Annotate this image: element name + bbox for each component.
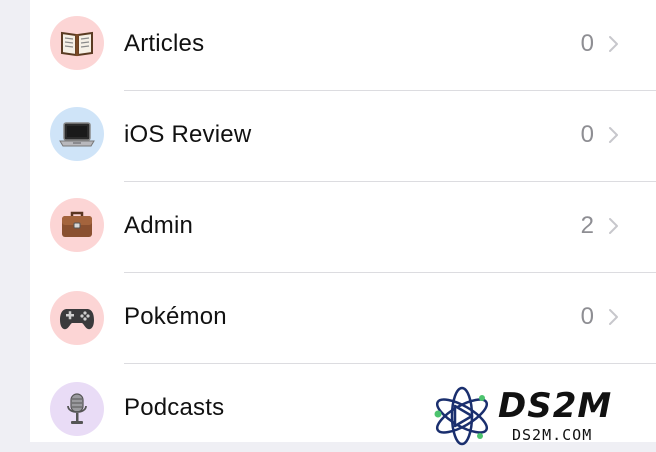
list-item-count: 2 bbox=[580, 212, 594, 239]
chevron-right-icon bbox=[609, 309, 618, 325]
list-item-admin[interactable]: Admin 2 bbox=[30, 182, 656, 273]
game-controller-icon bbox=[50, 291, 104, 345]
watermark-logo: DS2M DS2M.COM bbox=[430, 384, 650, 448]
watermark-title: DS2M bbox=[498, 386, 613, 426]
microphone-icon bbox=[50, 382, 104, 436]
chevron-right-icon bbox=[609, 36, 618, 52]
briefcase-icon bbox=[50, 198, 104, 252]
list-item-label: Pokémon bbox=[124, 303, 227, 330]
list-item-label: iOS Review bbox=[124, 121, 252, 148]
chevron-right-icon bbox=[609, 127, 618, 143]
screen: Articles 0 iOS Review 0 Admin 2 Pokémon … bbox=[0, 0, 656, 452]
list-item-label: Podcasts bbox=[124, 394, 225, 421]
list-item-articles[interactable]: Articles 0 bbox=[30, 0, 656, 91]
open-book-icon bbox=[50, 16, 104, 70]
list-item-pokemon[interactable]: Pokémon 0 bbox=[30, 273, 656, 364]
list-item-label: Admin bbox=[124, 212, 194, 239]
list-item-count: 0 bbox=[580, 303, 594, 330]
laptop-icon bbox=[50, 107, 104, 161]
list-item-count: 0 bbox=[580, 121, 594, 148]
list-item-count: 0 bbox=[580, 30, 594, 57]
list-item-ios-review[interactable]: iOS Review 0 bbox=[30, 91, 656, 182]
list-item-label: Articles bbox=[124, 30, 205, 57]
chevron-right-icon bbox=[609, 218, 618, 234]
watermark-url: DS2M.COM bbox=[512, 426, 593, 444]
atom-logo-icon bbox=[434, 386, 489, 446]
left-gutter bbox=[0, 0, 30, 452]
